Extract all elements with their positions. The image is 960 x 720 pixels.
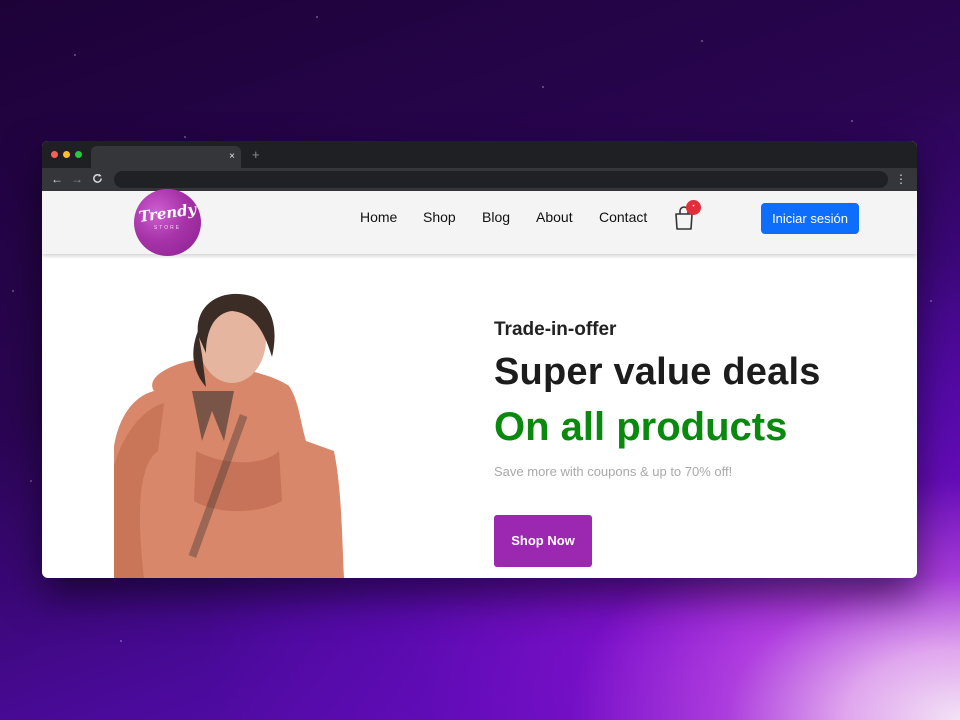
logo-text: Trendy — [137, 200, 198, 226]
site-header: Trendy STORE Home Shop Blog About Contac… — [42, 189, 917, 256]
browser-tab[interactable]: × — [91, 146, 241, 168]
browser-toolbar: ← → ⋮ — [42, 168, 917, 191]
plus-icon[interactable]: + — [252, 147, 260, 163]
arrow-left-icon[interactable]: ← — [51, 171, 63, 187]
store-logo[interactable]: Trendy STORE — [134, 189, 201, 256]
kebab-menu-icon[interactable]: ⋮ — [895, 171, 907, 187]
reload-icon[interactable] — [92, 171, 103, 188]
close-window-button[interactable] — [51, 151, 58, 158]
address-bar[interactable] — [114, 171, 888, 188]
cart-count-badge: • — [686, 200, 701, 215]
hero-headline: Super value deals — [494, 351, 821, 393]
nav-link-home[interactable]: Home — [360, 208, 397, 226]
nav-link-about[interactable]: About — [536, 208, 573, 226]
shop-now-button[interactable]: Shop Now — [494, 515, 592, 567]
hero-note: Save more with coupons & up to 70% off! — [494, 464, 733, 479]
maximize-window-button[interactable] — [75, 151, 82, 158]
nav-link-shop[interactable]: Shop — [423, 208, 456, 226]
nav-link-contact[interactable]: Contact — [599, 208, 647, 226]
minimize-window-button[interactable] — [63, 151, 70, 158]
arrow-right-icon[interactable]: → — [71, 171, 83, 187]
hero-kicker: Trade-in-offer — [494, 319, 617, 340]
browser-window: × + ← → ⋮ Trendy STORE Home Shop Blog Ab… — [42, 141, 917, 578]
hero-model-image — [114, 293, 344, 578]
hero-subheadline: On all products — [494, 405, 788, 449]
logo-subtext: STORE — [153, 225, 182, 231]
nav-link-blog[interactable]: Blog — [482, 208, 510, 226]
close-icon[interactable]: × — [229, 150, 235, 164]
tab-bar: × + — [42, 141, 917, 168]
login-button[interactable]: Iniciar sesión — [761, 203, 859, 234]
